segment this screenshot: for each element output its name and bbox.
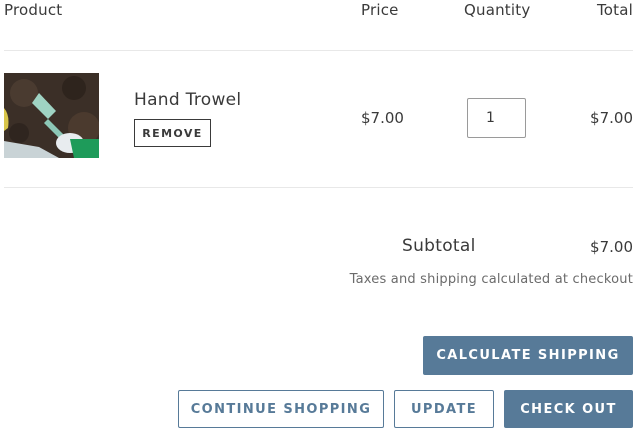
header-divider <box>4 50 633 51</box>
header-price: Price <box>361 1 399 19</box>
row-divider <box>4 187 633 188</box>
update-button[interactable]: UPDATE <box>394 390 494 428</box>
header-quantity: Quantity <box>464 1 531 19</box>
calculate-shipping-button[interactable]: CALCULATE SHIPPING <box>423 336 633 375</box>
product-name-link[interactable]: Hand Trowel <box>134 90 241 110</box>
hand-trowel-image-icon <box>4 73 99 158</box>
item-total: $7.00 <box>590 109 633 127</box>
subtotal-label: Subtotal <box>402 236 476 256</box>
product-thumbnail[interactable] <box>4 73 99 158</box>
taxes-note: Taxes and shipping calculated at checkou… <box>349 272 633 287</box>
header-product: Product <box>4 1 63 19</box>
item-price: $7.00 <box>361 109 404 127</box>
remove-button[interactable]: REMOVE <box>134 119 211 147</box>
continue-shopping-button[interactable]: CONTINUE SHOPPING <box>178 390 384 428</box>
header-total: Total <box>596 1 633 19</box>
quantity-input[interactable] <box>467 98 526 138</box>
checkout-button[interactable]: CHECK OUT <box>504 390 633 428</box>
subtotal-value: $7.00 <box>590 238 633 256</box>
